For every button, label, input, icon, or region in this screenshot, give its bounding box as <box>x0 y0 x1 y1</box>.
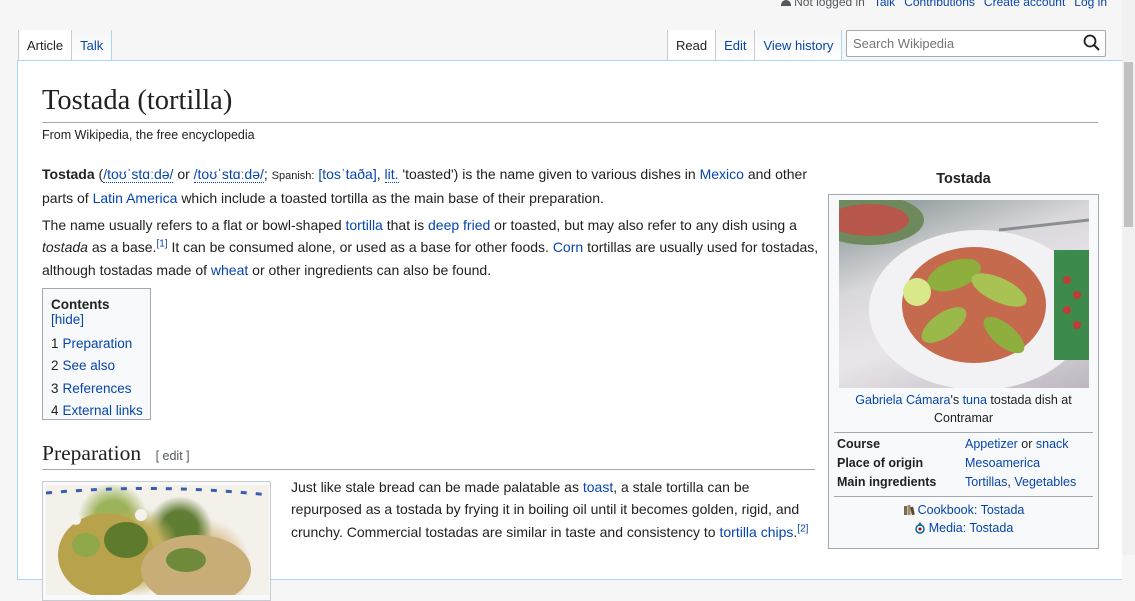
wikibooks-icon <box>903 505 915 516</box>
lead-paragraph-1: Tostada (/toʊˈstɑːdə/ or /toʊˈstɑːdə/; S… <box>42 166 808 207</box>
tab-read[interactable]: Read <box>668 30 717 61</box>
infobox-image-caption: Gabriela Cámara's tuna tostada dish at C… <box>855 393 1072 425</box>
talk-link[interactable]: Talk <box>874 0 895 9</box>
lit-abbr: lit. <box>384 166 399 183</box>
tuna-link[interactable]: tuna <box>963 393 987 407</box>
search-icon[interactable] <box>1082 33 1102 53</box>
page-scrollbar[interactable] <box>1122 0 1135 555</box>
toc-item[interactable]: 2 See also <box>51 355 142 377</box>
tab-article[interactable]: Article <box>19 30 73 61</box>
lead-term: Tostada <box>42 166 95 182</box>
article-content: Tostada (tortilla) From Wikipedia, the f… <box>17 60 1122 601</box>
infobox-row: Main ingredients Tortillas, Vegetables <box>837 475 1077 489</box>
section-heading-preparation: Preparation [ edit ] <box>42 441 815 470</box>
not-logged-in: Not logged in <box>780 0 865 9</box>
tortilla-link[interactable]: tortilla <box>346 217 383 233</box>
scrollbar-thumb[interactable] <box>1124 62 1133 227</box>
toc-title: Contents [hide] <box>51 297 110 327</box>
contributions-link[interactable]: Contributions <box>904 0 975 9</box>
tortilla-chips-link[interactable]: tortilla chips <box>719 524 793 540</box>
namespace-tabs: Article Talk <box>18 30 113 61</box>
table-of-contents: Contents [hide] 1 Preparation 2 See also 3… <box>42 288 151 420</box>
ref-2[interactable]: [2] <box>797 523 808 534</box>
search-input[interactable] <box>846 30 1106 57</box>
vegetables-link[interactable]: Vegetables <box>1014 475 1076 489</box>
mexico-link[interactable]: Mexico <box>700 166 744 182</box>
view-tabs: Read Edit View history <box>667 30 843 61</box>
log-in-link[interactable]: Log in <box>1074 0 1107 9</box>
ipa-link-1[interactable]: /toʊˈstɑːdə/ <box>103 166 174 183</box>
ref-1[interactable]: [1] <box>156 239 167 250</box>
sister-projects: Cookbook: Tostada Media: Tostada <box>834 496 1093 537</box>
ipa-link-2[interactable]: /toʊˈstɑːdə/ <box>193 166 264 183</box>
tuna-tostada-image[interactable] <box>838 200 1089 388</box>
deep-fried-link[interactable]: deep fried <box>428 217 490 233</box>
toast-link[interactable]: toast <box>583 479 613 495</box>
appetizer-link[interactable]: Appetizer <box>965 437 1018 451</box>
gabriela-camara-link[interactable]: Gabriela Cámara <box>855 393 950 407</box>
infobox-row: Place of origin Mesoamerica <box>837 456 1041 470</box>
lead-paragraph-2: The name usually refers to a flat or bow… <box>42 217 819 278</box>
media-row: Media: Tostada <box>834 519 1093 537</box>
snack-link[interactable]: snack <box>1036 437 1069 451</box>
user-icon <box>780 0 792 6</box>
corn-link[interactable]: Corn <box>553 239 583 255</box>
preparation-thumbnail[interactable] <box>42 481 271 601</box>
page-title: Tostada (tortilla) <box>42 83 1098 123</box>
cookbook-link[interactable]: Cookbook: Tostada <box>918 503 1025 517</box>
latin-america-link[interactable]: Latin America <box>93 190 178 206</box>
infobox-row: Course Appetizer or snack <box>837 437 1069 451</box>
personal-tools: Not logged in Talk Contributions Create … <box>780 0 1107 9</box>
cookbook-row: Cookbook: Tostada <box>834 501 1093 519</box>
commons-icon <box>914 522 925 534</box>
toc-item[interactable]: 4 External links <box>51 400 143 422</box>
site-subtitle: From Wikipedia, the free encyclopedia <box>42 128 255 142</box>
create-account-link[interactable]: Create account <box>984 0 1065 9</box>
tab-talk[interactable]: Talk <box>72 30 113 61</box>
toc-hide-toggle[interactable]: [hide] <box>51 312 84 327</box>
infobox-table: Course Appetizer or snack Place of origi… <box>834 432 1093 490</box>
tab-view-history[interactable]: View history <box>755 30 843 61</box>
infobox: Gabriela Cámara's tuna tostada dish at C… <box>828 194 1099 549</box>
wheat-link[interactable]: wheat <box>211 262 248 278</box>
tostadas-frying-image[interactable] <box>46 485 269 595</box>
edit-section-link[interactable]: [ edit ] <box>156 449 190 463</box>
mesoamerica-link[interactable]: Mesoamerica <box>965 456 1040 470</box>
commons-media-link[interactable]: Media: Tostada <box>929 521 1014 535</box>
tab-edit[interactable]: Edit <box>716 30 756 61</box>
toc-item[interactable]: 1 Preparation <box>51 333 142 355</box>
toc-item[interactable]: 3 References <box>51 378 142 400</box>
preparation-paragraph: Just like stale bread can be made palata… <box>291 479 809 540</box>
infobox-title: Tostada <box>936 171 991 187</box>
spanish-ipa-link[interactable]: [tosˈtaða] <box>318 166 376 182</box>
tortillas-link[interactable]: Tortillas <box>965 475 1007 489</box>
